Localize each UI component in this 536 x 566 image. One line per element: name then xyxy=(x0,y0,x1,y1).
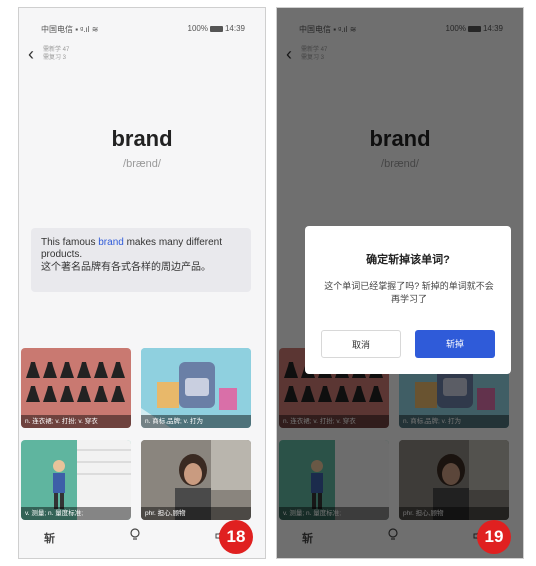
review-count: 需复习 3 xyxy=(43,55,67,61)
study-progress: 需新学 47 需复习 3 xyxy=(43,46,69,62)
slash-word-button[interactable]: 斩 xyxy=(44,530,55,546)
dialog-title: 确定斩掉该单词? xyxy=(366,254,450,266)
back-arrow-icon[interactable]: ‹ xyxy=(23,44,39,64)
lightbulb-icon[interactable] xyxy=(129,528,141,542)
card-caption: n. 连衣裙; v. 打扮; v. 穿衣 xyxy=(21,415,131,428)
card-caption: v. 测量; n. 量度标准; xyxy=(21,507,131,520)
new-count: 需新学 47 xyxy=(43,47,70,53)
choice-card-brand[interactable]: n. 商标,品牌; v. 打为 xyxy=(141,348,251,428)
choice-card-measure[interactable]: v. 测量; n. 量度标准; xyxy=(21,440,131,520)
step-badge: 18 xyxy=(219,520,253,554)
phonetic: /brænd/ xyxy=(123,158,161,170)
example-pre: This famous xyxy=(41,237,99,248)
headword: brand xyxy=(111,126,173,151)
confirm-slash-button[interactable]: 斩掉 xyxy=(415,330,495,358)
status-bar: 中国电信 ▪ ᵍ.ıl ≋ 100%14:39 xyxy=(41,24,245,34)
carrier-label: 中国电信 xyxy=(41,25,73,34)
phone-screen-right: 中国电信 ▪ ᵍ.ıl ≋ 100%14:39 ‹ 需新学 47 需复习 3 b… xyxy=(276,7,524,559)
example-sentence-box: This famous brand makes many different p… xyxy=(31,228,251,292)
example-translation: 这个著名品牌有各式各样的周边产品。 xyxy=(41,262,211,273)
choice-grid: n. 连衣裙; v. 打扮; v. 穿衣 n. 商标,品牌; v. 打为 v. … xyxy=(19,348,265,528)
battery-icon xyxy=(209,25,223,32)
choice-card-dresses[interactable]: n. 连衣裙; v. 打扮; v. 穿衣 xyxy=(21,348,131,428)
phone-screen-left: 中国电信 ▪ ᵍ.ıl ≋ 100% 14:39 ‹ 需新学 47 需复习 3 b… xyxy=(18,7,266,559)
choice-card-worry[interactable]: phr. 担心,顾物 xyxy=(141,440,251,520)
clock: 14:39 xyxy=(224,24,245,33)
card-caption: phr. 担心,顾物 xyxy=(141,507,251,520)
confirm-dialog: 确定斩掉该单词? 这个单词已经掌握了吗? 斩掉的单词就不会再学习了 取消 斩掉 xyxy=(305,226,511,374)
card-caption: n. 商标,品牌; v. 打为 xyxy=(141,415,251,428)
cancel-button[interactable]: 取消 xyxy=(321,330,401,358)
battery-percent: 100% xyxy=(187,24,208,33)
step-badge: 19 xyxy=(477,520,511,554)
dialog-message: 这个单词已经掌握了吗? 斩掉的单词就不会再学习了 xyxy=(324,281,494,304)
example-highlight: brand xyxy=(98,237,124,248)
